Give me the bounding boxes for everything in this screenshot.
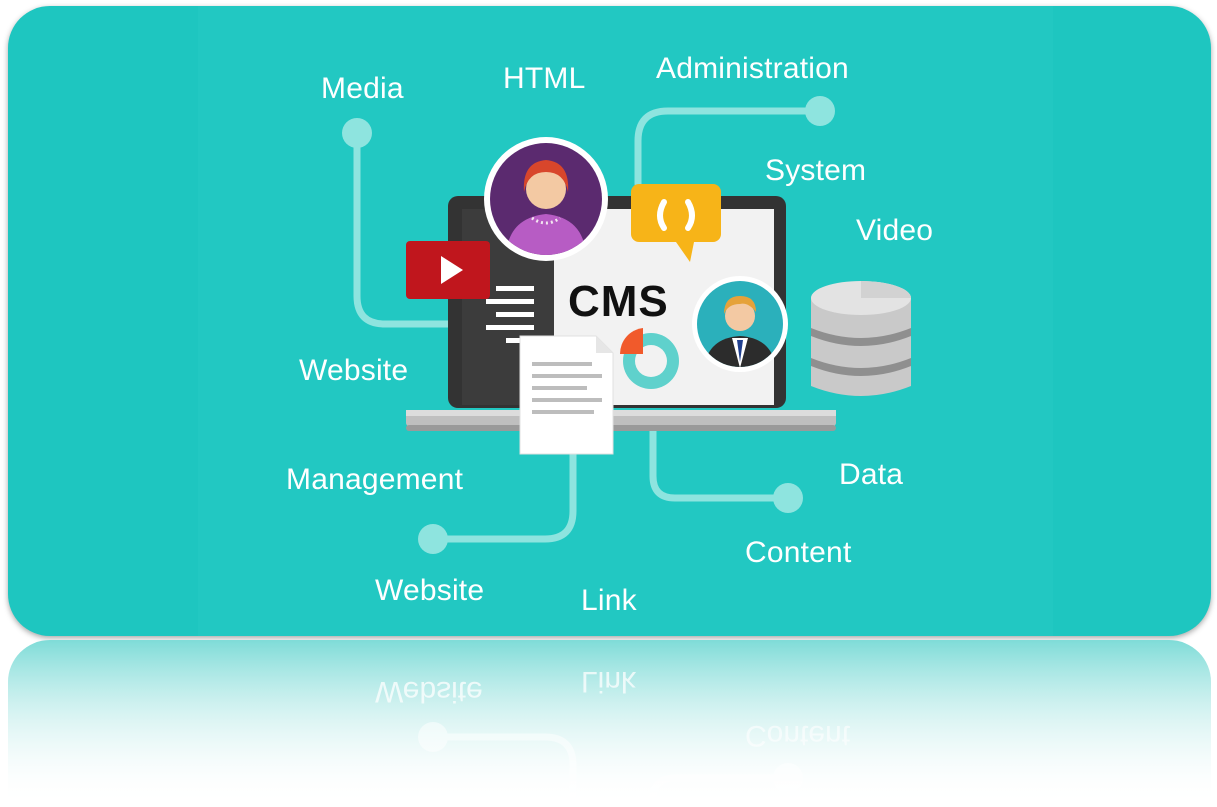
cms-illustration: CMS Media HTML Administration System Vid… xyxy=(0,0,1217,807)
cms-title: CMS xyxy=(568,277,669,326)
card-content: CMS Media HTML Administration System Vid… xyxy=(8,6,1211,636)
label-website-bottom: Website xyxy=(375,574,485,607)
label-system: System xyxy=(765,154,867,187)
label-html: HTML xyxy=(503,62,586,95)
label-data: Data xyxy=(839,458,904,491)
label-content: Content xyxy=(745,536,852,569)
cms-card: CMS Media HTML Administration System Vid… xyxy=(8,6,1211,636)
label-management: Management xyxy=(286,463,464,496)
card-reflection: Website Link Content xyxy=(8,640,1211,805)
label-media: Media xyxy=(321,72,404,105)
label-link: Link xyxy=(581,584,637,617)
reflection-fade xyxy=(8,640,1211,805)
label-video: Video xyxy=(856,214,934,247)
label-administration: Administration xyxy=(656,52,849,85)
label-website-left: Website xyxy=(299,354,409,387)
